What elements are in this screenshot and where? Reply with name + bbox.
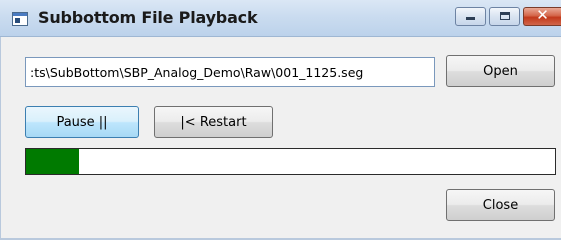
client-area: Open Pause || |< Restart Close — [0, 37, 561, 240]
playback-progress-bar — [25, 148, 556, 175]
app-window-icon — [12, 12, 28, 26]
minimize-icon — [466, 17, 475, 20]
maximize-icon — [500, 12, 510, 20]
minimize-button[interactable] — [455, 7, 486, 26]
open-button[interactable]: Open — [446, 55, 555, 87]
pause-button[interactable]: Pause || — [25, 106, 139, 138]
restart-button[interactable]: |< Restart — [154, 106, 273, 138]
progress-fill — [26, 149, 79, 174]
title-bar[interactable]: Subbottom File Playback ✕ — [0, 0, 561, 37]
playback-window: Subbottom File Playback ✕ Open Pause || … — [0, 0, 561, 240]
close-window-button[interactable]: ✕ — [523, 6, 561, 26]
window-title: Subbottom File Playback — [38, 8, 258, 27]
close-button[interactable]: Close — [446, 189, 555, 221]
file-path-input[interactable] — [25, 57, 435, 87]
close-icon: ✕ — [536, 6, 549, 24]
maximize-button[interactable] — [489, 7, 520, 26]
